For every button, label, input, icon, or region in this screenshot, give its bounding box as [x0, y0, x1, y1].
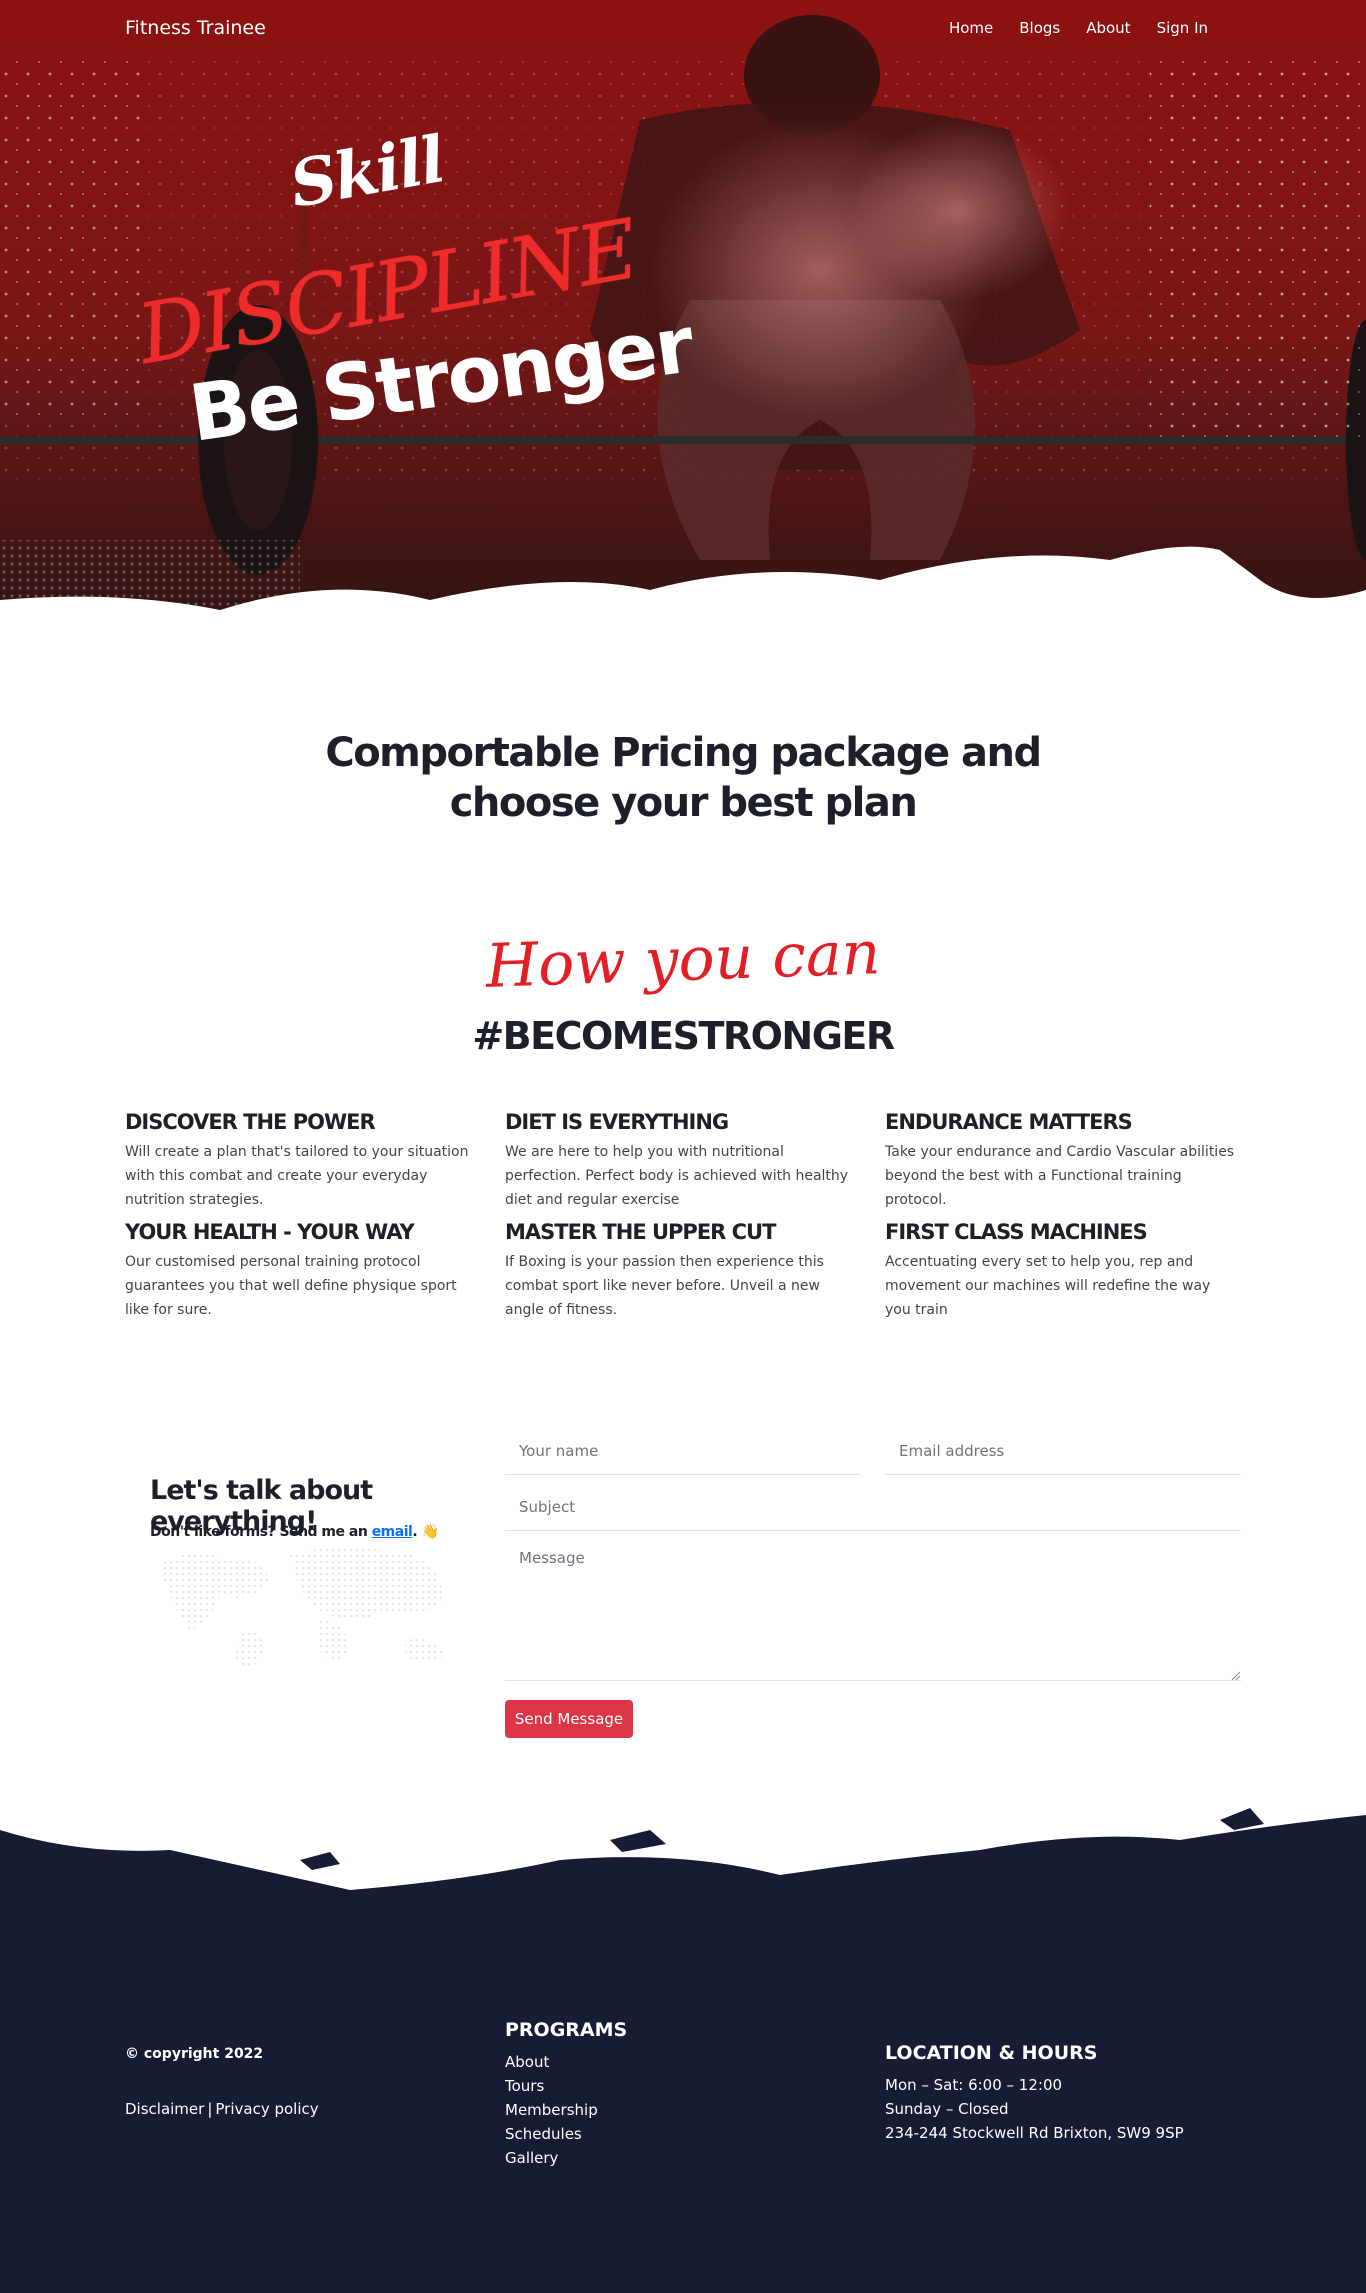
program-link-membership[interactable]: Membership	[505, 2098, 598, 2122]
hours-weekdays: Mon – Sat: 6:00 – 12:00	[885, 2076, 1063, 2094]
nav-about-link[interactable]: About	[1086, 19, 1130, 37]
feature-title: MASTER THE UPPER CUT	[505, 1220, 776, 1244]
nav-blogs-link[interactable]: Blogs	[1019, 19, 1060, 37]
message-textarea[interactable]	[505, 1535, 1241, 1681]
feature-title: ENDURANCE MATTERS	[885, 1110, 1133, 1134]
nav-home-link[interactable]: Home	[949, 19, 993, 37]
feature-text: Accentuating every set to help you, rep …	[885, 1254, 1211, 1318]
disclaimer-link[interactable]: Disclaimer	[125, 2100, 204, 2118]
feature-title: DISCOVER THE POWER	[125, 1110, 376, 1134]
nav-signin-link[interactable]: Sign In	[1157, 19, 1208, 37]
feature-text: Will create a plan that's tailored to yo…	[125, 1144, 469, 1208]
feature-text: Our customised personal training protoco…	[125, 1254, 457, 1318]
hours-sunday: Sunday – Closed	[885, 2100, 1009, 2118]
address-text: 234-244 Stockwell Rd Brixton, SW9 9SP	[885, 2124, 1184, 2142]
program-link-schedules[interactable]: Schedules	[505, 2122, 598, 2146]
feature-text: Take your endurance and Cardio Vascular …	[885, 1144, 1235, 1208]
feature-card: ENDURANCE MATTERS Take your endurance an…	[885, 1110, 1241, 1212]
location-heading: LOCATION & HOURS	[885, 2042, 1098, 2064]
contact-subtext: Don't like forms? Send me an email. 👋	[150, 1524, 439, 1540]
feature-title: YOUR HEALTH - YOUR WAY	[125, 1220, 415, 1244]
location-hours-list: Mon – Sat: 6:00 – 12:00 Sunday – Closed …	[885, 2073, 1184, 2145]
feature-text: We are here to help you with nutritional…	[505, 1144, 849, 1208]
feature-card: FIRST CLASS MACHINES Accentuating every …	[885, 1220, 1241, 1322]
pricing-heading: Comportable Pricing package and choose y…	[300, 728, 1066, 828]
how-you-can-script: How you can	[484, 918, 882, 1002]
feature-title: FIRST CLASS MACHINES	[885, 1220, 1148, 1244]
program-link-gallery[interactable]: Gallery	[505, 2146, 598, 2170]
program-link-tours[interactable]: Tours	[505, 2074, 598, 2098]
programs-heading: PROGRAMS	[505, 2019, 628, 2041]
nav-links: Home Blogs About Sign In	[923, 19, 1208, 37]
feature-card: MASTER THE UPPER CUT If Boxing is your p…	[505, 1220, 885, 1322]
contact-intro: Let's talk about everything! Don't like …	[150, 1475, 470, 1685]
feature-card: YOUR HEALTH - YOUR WAY Our customised pe…	[125, 1220, 505, 1322]
feature-card: DIET IS EVERYTHING We are here to help y…	[505, 1110, 885, 1212]
pricing-heading-line2: choose your best plan	[449, 780, 918, 826]
email-input[interactable]	[885, 1427, 1241, 1475]
email-link[interactable]: email	[372, 1524, 413, 1540]
become-stronger-hashtag: #BECOMESTRONGER	[472, 1014, 895, 1058]
send-message-button[interactable]: Send Message	[505, 1700, 633, 1738]
programs-list: About Tours Membership Schedules Gallery	[505, 2050, 598, 2170]
feature-card: DISCOVER THE POWER Will create a plan th…	[125, 1110, 505, 1212]
hero-section: Fitness Trainee Home Blogs About Sign In…	[0, 0, 1366, 720]
top-navbar: Fitness Trainee Home Blogs About Sign In	[0, 0, 1366, 58]
copyright-text: © copyright 2022	[125, 2046, 264, 2062]
features-grid: DISCOVER THE POWER Will create a plan th…	[125, 1110, 1241, 1322]
policy-separator: |	[207, 2100, 213, 2118]
pricing-heading-line1: Comportable Pricing package and	[325, 730, 1042, 776]
world-map-dots-image	[160, 1547, 445, 1668]
contact-subtext-prefix: Don't like forms? Send me an	[150, 1524, 368, 1540]
feature-title: DIET IS EVERYTHING	[505, 1110, 729, 1134]
resize-grip-icon[interactable]	[1230, 1670, 1240, 1680]
program-link-about[interactable]: About	[505, 2050, 598, 2074]
name-input[interactable]	[505, 1427, 861, 1475]
policy-links: Disclaimer | Privacy policy	[125, 2100, 319, 2118]
subject-input[interactable]	[505, 1483, 1241, 1531]
privacy-policy-link[interactable]: Privacy policy	[215, 2100, 318, 2118]
brand-logo[interactable]: Fitness Trainee	[125, 17, 266, 39]
contact-subtext-suffix: . 👋	[412, 1524, 439, 1540]
feature-text: If Boxing is your passion then experienc…	[505, 1254, 824, 1318]
